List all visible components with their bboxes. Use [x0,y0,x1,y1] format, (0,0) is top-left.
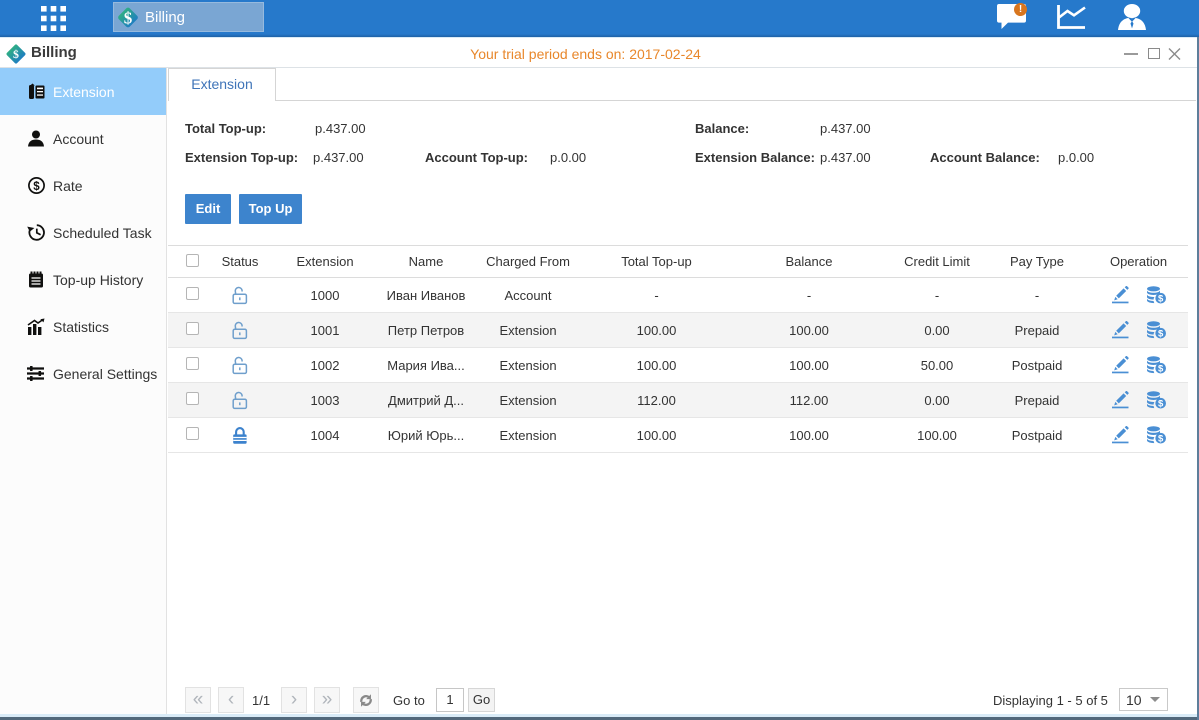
svg-text:$: $ [124,8,133,27]
svg-text:$: $ [1158,294,1164,304]
svg-text:$: $ [1158,399,1164,409]
svg-text:$: $ [1158,364,1164,374]
svg-text:$: $ [1158,329,1164,339]
svg-text:$: $ [33,181,40,193]
svg-text:$: $ [1158,434,1164,444]
